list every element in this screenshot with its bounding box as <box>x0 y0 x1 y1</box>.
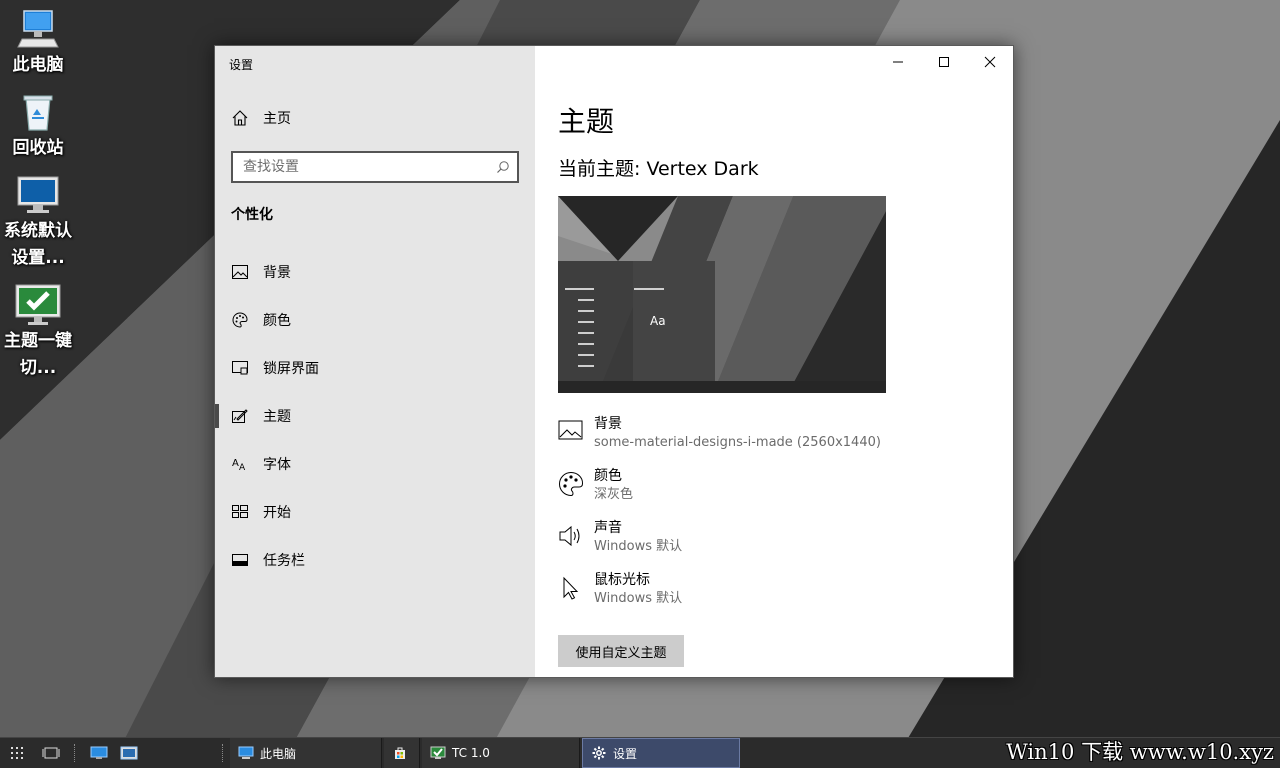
desktop-icon-theme-switch[interactable]: 主题一键切... <box>0 282 76 382</box>
prop-color[interactable]: 颜色 深灰色 <box>558 466 998 518</box>
nav-item-label: 主题 <box>263 409 291 425</box>
nav-list: 背景 颜色 锁屏界面 主题 A A 字体 开始 任务栏 <box>215 248 535 584</box>
desktop-icon-recycle-bin[interactable]: 回收站 <box>0 89 76 162</box>
nav-item-label: 字体 <box>263 457 291 473</box>
theme-preview: Aa <box>558 196 886 393</box>
maximize-button[interactable] <box>921 46 967 78</box>
preview-sample-text: Aa <box>650 314 666 328</box>
search-icon[interactable] <box>489 153 517 181</box>
taskbar-item-this-pc[interactable]: 此电脑 <box>230 738 382 768</box>
search-input[interactable] <box>233 153 489 181</box>
desktop-icon-label: 回收站 <box>12 138 64 158</box>
nav-item-label: 颜色 <box>263 313 291 329</box>
quicklaunch-explorer[interactable] <box>116 738 142 768</box>
nav-item-label: 开始 <box>263 505 291 521</box>
svg-text:A: A <box>232 458 239 469</box>
close-button[interactable] <box>967 46 1013 78</box>
taskbar-icon <box>231 551 249 569</box>
prop-value: Windows 默认 <box>594 591 683 606</box>
settings-content-pane: 主题 当前主题: Vertex Dark Aa 背景 some-material… <box>535 46 1013 677</box>
taskbar-item-tc[interactable]: TC 1.0 <box>422 738 580 768</box>
prop-value: Windows 默认 <box>594 539 683 554</box>
picture-icon <box>558 419 584 445</box>
window-switch-icon <box>120 746 138 760</box>
picture-icon <box>231 263 249 281</box>
prop-value: some-material-designs-i-made (2560x1440) <box>594 435 881 450</box>
settings-window: 设置 主页 个性化 背景 <box>214 45 1014 678</box>
svg-text:A: A <box>239 463 246 471</box>
prop-sound[interactable]: 声音 Windows 默认 <box>558 518 998 570</box>
close-icon <box>984 56 996 68</box>
prop-value: 深灰色 <box>594 487 634 502</box>
use-custom-theme-button[interactable]: 使用自定义主题 <box>558 635 684 667</box>
nav-home-label: 主页 <box>263 111 291 127</box>
quicklaunch-desktop[interactable] <box>82 738 116 768</box>
nav-item-colors[interactable]: 颜色 <box>215 296 535 344</box>
window-title: 设置 <box>229 58 254 72</box>
page-title: 主题 <box>558 105 615 138</box>
desktop-icon-label: 主题一键切... <box>4 331 72 378</box>
palette-icon <box>231 311 249 329</box>
desktop-icon-label: 此电脑 <box>12 55 64 75</box>
minimize-icon <box>893 61 903 63</box>
nav-item-themes[interactable]: 主题 <box>215 392 535 440</box>
theme-properties: 背景 some-material-designs-i-made (2560x14… <box>558 414 998 622</box>
palette-icon <box>558 471 584 497</box>
task-view-icon <box>42 747 60 759</box>
desktop-icon-this-pc[interactable]: 此电脑 <box>0 6 76 79</box>
taskbar-item-label: 此电脑 <box>260 746 297 761</box>
computer-icon <box>238 745 254 761</box>
taskbar-item-label: TC 1.0 <box>452 746 490 760</box>
prop-cursor[interactable]: 鼠标光标 Windows 默认 <box>558 570 998 622</box>
taskbar-item-label: 设置 <box>613 746 638 761</box>
prop-name: 颜色 <box>594 468 622 484</box>
nav-item-taskbar[interactable]: 任务栏 <box>215 536 535 584</box>
gear-icon <box>591 745 607 761</box>
nav-item-fonts[interactable]: AA 字体 <box>215 440 535 488</box>
settings-nav-pane: 设置 主页 个性化 背景 <box>215 46 535 677</box>
window-caption-buttons <box>875 46 1013 78</box>
taskbar-separator <box>222 744 224 762</box>
theme-switch-icon <box>14 282 62 328</box>
nav-item-label: 锁屏界面 <box>263 361 319 377</box>
theme-icon <box>231 407 249 425</box>
nav-item-label: 任务栏 <box>263 553 305 569</box>
maximize-icon <box>939 57 949 67</box>
nav-item-background[interactable]: 背景 <box>215 248 535 296</box>
prop-name: 鼠标光标 <box>594 572 650 588</box>
desktop-icon-label: 系统默认设置... <box>4 221 72 268</box>
nav-item-start[interactable]: 开始 <box>215 488 535 536</box>
monitor-icon <box>14 172 62 218</box>
desktop-icons: 此电脑 回收站 系统默认设置... 主题一键切... <box>0 6 76 392</box>
prop-background[interactable]: 背景 some-material-designs-i-made (2560x14… <box>558 414 998 466</box>
recycle-bin-icon <box>14 89 62 135</box>
nav-item-label: 背景 <box>263 265 291 281</box>
watermark-text: Win10 下载 www.w10.xyz <box>1006 740 1274 764</box>
settings-search-box[interactable] <box>231 151 519 183</box>
taskbar-item-settings[interactable]: 设置 <box>582 738 740 768</box>
current-theme-label: 当前主题: Vertex Dark <box>558 158 759 180</box>
lock-screen-icon <box>231 359 249 377</box>
minimize-button[interactable] <box>875 46 921 78</box>
speaker-icon <box>558 523 584 549</box>
task-view-button[interactable] <box>34 738 68 768</box>
computer-icon <box>14 6 62 52</box>
taskbar-item-store[interactable] <box>384 738 420 768</box>
home-icon <box>231 109 249 127</box>
nav-section-title: 个性化 <box>231 207 273 223</box>
cursor-icon <box>558 575 584 601</box>
store-icon <box>392 745 408 761</box>
font-icon: AA <box>231 455 249 473</box>
start-icon <box>231 503 249 521</box>
tc-icon <box>430 745 446 761</box>
nav-home[interactable]: 主页 <box>231 108 291 128</box>
nav-item-lock-screen[interactable]: 锁屏界面 <box>215 344 535 392</box>
desktop-icon <box>90 746 108 759</box>
desktop-icon-system-defaults[interactable]: 系统默认设置... <box>0 172 76 272</box>
prop-name: 背景 <box>594 416 622 432</box>
apps-grid-icon <box>11 747 23 759</box>
taskbar-separator <box>74 744 76 762</box>
prop-name: 声音 <box>594 520 622 536</box>
start-button[interactable] <box>0 738 34 768</box>
